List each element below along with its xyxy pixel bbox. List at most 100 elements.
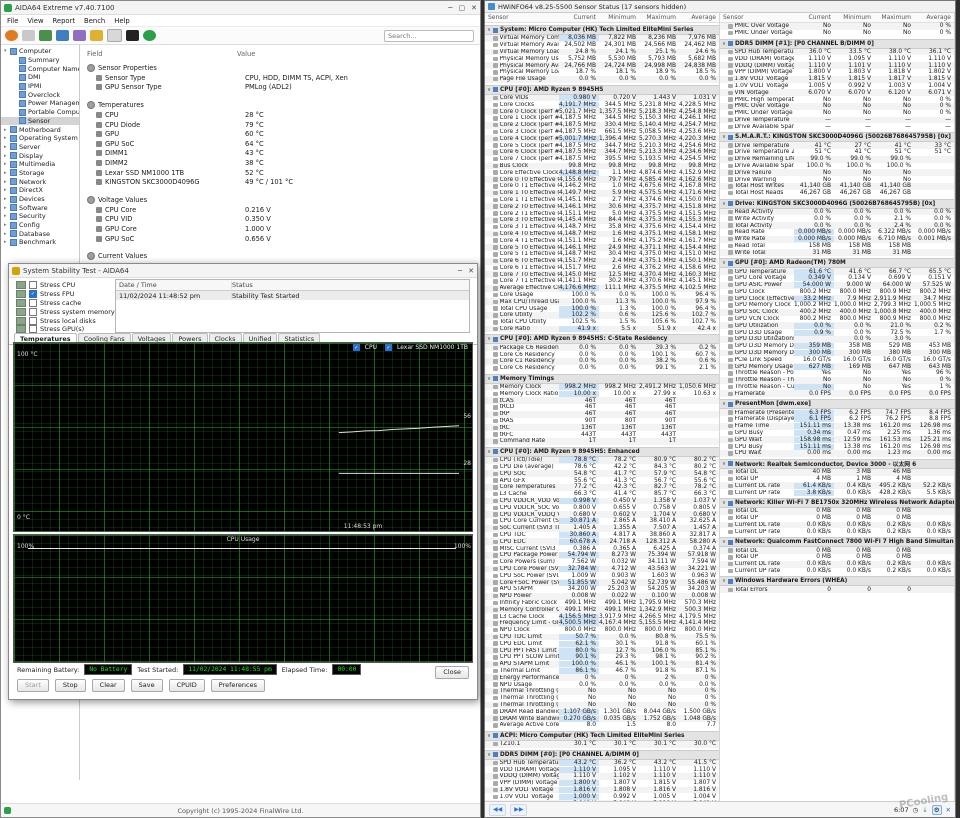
sensor-row[interactable]: Core Ratio 41.9 x 5.5 x 51.9 x 42.4 x [485, 326, 719, 333]
tree-item[interactable]: ▸ Database [1, 229, 79, 238]
checkbox[interactable] [29, 281, 37, 289]
checkbox[interactable] [29, 299, 37, 307]
sensor-row[interactable]: Frame Time 151.11 ms 13.38 ms 161.20 ms … [720, 423, 954, 430]
action-button[interactable]: Stop [55, 679, 86, 692]
sensor-row[interactable]: CPU TDC 30.860 A 4.817 A 38.860 A 32.817… [485, 532, 719, 539]
sensor-row[interactable]: CPU Busy 151.11 ms 13.38 ms 161.20 ms 12… [720, 443, 954, 450]
checkbox[interactable]: ✓ [29, 290, 37, 298]
close-icon[interactable]: ✕ [468, 267, 474, 275]
sensor-row[interactable]: CPU 28 °C [87, 110, 480, 120]
sensor-row[interactable]: SPD Hub Temperature 36.0 °C 33.5 °C 38.0… [720, 49, 954, 56]
sensor-row[interactable]: CPU SOC 54.8 °C 41.7 °C 57.9 °C 54.8 °C [485, 470, 719, 477]
sensor-row[interactable]: L3 Cache Clock 4,156.5 MHz 3,917.9 MHz 4… [485, 613, 719, 620]
sensor-row[interactable]: GPU Memory Clock 1,000.2 MHz 1,000.0 MHz… [720, 302, 954, 309]
computer-icon[interactable] [22, 30, 35, 41]
sensor-row[interactable]: Throttle Reason - Current No No Yes 1 % [720, 384, 954, 391]
sensor-row[interactable]: DRAM Write Bandwidth 0.270 GB/s 0.035 GB… [485, 715, 719, 722]
tree-item[interactable]: IPMI [1, 82, 79, 91]
sensor-row[interactable]: tRCD 46T 46T 46T [485, 404, 719, 411]
page-back-icon[interactable]: ◀◀ [489, 804, 506, 816]
section-header[interactable]: ∨ Network: Realtek Semiconductor, Device… [720, 459, 954, 469]
sensor-row[interactable]: Total Errors 0 0 0 [720, 586, 954, 593]
sensor-row[interactable]: tRP 46T 46T 46T [485, 411, 719, 418]
sensor-row[interactable]: CPU Die (average) 78.6 °C 42.2 °C 84.3 °… [485, 464, 719, 471]
sensor-row[interactable]: Infinity Fabric Clock (FCLK) 499.1 MHz 4… [485, 600, 719, 607]
sensor-row[interactable]: Drive Temperature — — — — [720, 117, 954, 124]
col-maximum[interactable]: Maximum [874, 14, 914, 21]
sensor-row[interactable]: Core 3 Clock (perf #3) 4,187.5 MHz 661.5… [485, 129, 719, 136]
stress-option[interactable]: ✓ Stress FPU [16, 290, 115, 299]
tree-item[interactable]: ▸ Display [1, 151, 79, 160]
sensor-row[interactable]: Core Effective Clocks 4,148.8 MHz 1.1 MH… [485, 169, 719, 176]
section-header[interactable]: ∨ CPU [#0]: AMD Ryzen 9 8945HS: C-State … [485, 334, 719, 344]
sensor-row[interactable]: Core 0 T0 Effective Clock 4,155.6 MHz 79… [485, 176, 719, 183]
stress-option[interactable]: Stress CPU [16, 281, 115, 290]
sensor-row[interactable]: Current DL rate 0.0 KB/s 0.0 KB/s 0.2 KB… [720, 561, 954, 568]
sensor-row[interactable]: Core Temperatures 77.2 °C 42.3 °C 82.7 °… [485, 484, 719, 491]
sensor-row[interactable]: Core 3 T0 Effective Clock 4,145.4 MHz 84… [485, 217, 719, 224]
refresh-icon[interactable] [5, 30, 18, 41]
action-button[interactable]: Save [131, 679, 163, 692]
sensor-row[interactable]: CPU VDDCR_VDDQ Voltage (SVI3 TFN) 0.680 … [485, 511, 719, 518]
sensor-row[interactable]: GPU D3D Utilizations 0.0 % 3.0 % [720, 336, 954, 343]
sensor-row[interactable]: Core VIDs 0.980 V 0.720 V 1.443 V 1.031 … [485, 95, 719, 102]
col-average[interactable]: Average [914, 14, 954, 21]
sensor-row[interactable]: Core 2 T0 Effective Clock 4,146.1 MHz 30… [485, 203, 719, 210]
sensor-row[interactable]: L3 Cache 66.3 °C 41.4 °C 85.7 °C 66.3 °C [485, 491, 719, 498]
sensor-row[interactable]: tCAS 46T 46T 46T [485, 397, 719, 404]
section-header[interactable]: ∨ PresentMon [dwm.exe] [720, 399, 954, 409]
menu-item[interactable]: Report [53, 17, 76, 25]
stress-option[interactable]: Stress cache [16, 299, 115, 308]
sensor-row[interactable]: GPU 60 °C [87, 129, 480, 139]
sensor-row[interactable]: GPU Core Voltage 0.349 V 0.134 V 0.699 V… [720, 275, 954, 282]
action-button[interactable]: CPUID [169, 679, 205, 692]
sensor-row[interactable]: Package C6 Residency 0.0 % 0.0 % 39.3 % … [485, 344, 719, 351]
sensor-row[interactable]: Drive Temperature 2 51 °C 41 °C 51 °C 51… [720, 149, 954, 156]
close-icon[interactable]: ✕ [471, 4, 477, 12]
tree-item[interactable]: ▸ Multimedia [1, 160, 79, 169]
sensor-row[interactable]: Core C1 Residency 0.0 % 0.0 % 38.2 % 0.6… [485, 358, 719, 365]
tree-item[interactable]: Overclock [1, 90, 79, 99]
collapse-icon[interactable]: ∨ [485, 752, 493, 758]
sensor-row[interactable]: Current UP rate 3.8 KB/s 0.0 KB/s 428.2 … [720, 489, 954, 496]
sensor-row[interactable]: CPU TDC Limit 50.7 % 0.0 % 80.8 % 75.5 % [485, 634, 719, 641]
sensor-row[interactable]: Drive Available Spare 100.0 % 100.0 % 10… [720, 163, 954, 170]
sensor-row[interactable]: Physical Memory Available 24,766 MB 24,7… [485, 62, 719, 69]
sensor-row[interactable]: PMIC High Temperature No No No 0 % [720, 96, 954, 103]
sensor-row[interactable]: PCIe Link Speed 16.0 GT/s 16.0 GT/s 16.0… [720, 356, 954, 363]
sensor-row[interactable]: Total DL 0 MB 0 MB 0 MB [720, 508, 954, 515]
sensor-row[interactable]: GPU VCN Clock 800.2 MHz 800.0 MHz 800.9 … [720, 316, 954, 323]
minimize-icon[interactable]: ─ [458, 267, 462, 275]
sensor-row[interactable]: Core 1 Clock (perf #7) 4,187.5 MHz 344.5… [485, 115, 719, 122]
checkbox[interactable] [29, 308, 37, 316]
restart-icon[interactable] [143, 30, 156, 41]
sensor-row[interactable]: CPU VID 0.350 V [87, 215, 480, 225]
sensor-row[interactable]: CPU Package Power 54.794 W 8.273 W 75.39… [485, 552, 719, 559]
search-input[interactable] [384, 30, 474, 42]
collapse-icon[interactable]: ∨ [720, 401, 728, 407]
sensor-row[interactable]: Core Powers (sum) 7.562 W 0.032 W 34.111… [485, 559, 719, 566]
sensor-row[interactable]: Memory Clock 998.2 MHz 998.2 MHz 2,491.2… [485, 384, 719, 391]
sensor-row[interactable]: Thermal Throttling (PROCHOT EXT) No No N… [485, 702, 719, 709]
sensor-row[interactable]: tRAS 90T 80T 90T [485, 418, 719, 425]
sensor-row[interactable]: Bus Clock 99.8 MHz 99.8 MHz 99.8 MHz 99.… [485, 163, 719, 170]
col-minimum[interactable]: Minimum [599, 14, 639, 21]
sensor-row[interactable]: CPU (Tctl/Tdie) 78.8 °C 78.2 °C 80.9 °C … [485, 457, 719, 464]
sensor-row[interactable]: Total DL 40 MB 3 MB 46 MB [720, 469, 954, 476]
sensor-row[interactable]: Core 6 Clock (perf #8) 4,187.5 MHz 344.7… [485, 149, 719, 156]
minimize-icon[interactable]: ─ [448, 4, 452, 12]
sensor-row[interactable]: Drive Warning No No No [720, 176, 954, 183]
sensor-row[interactable]: Physical Memory Used 5,752 MB 5,530 MB 5… [485, 55, 719, 62]
sensor-row[interactable]: GPU Sensor Type PMLog (ADL2) [87, 83, 480, 93]
sensor-row[interactable]: Core 0 T1 Effective Clock 4,146.2 MHz 1.… [485, 183, 719, 190]
sensor-row[interactable]: Virtual Memory Commited 8,036 MB 7,822 M… [485, 35, 719, 42]
checkbox[interactable] [29, 317, 37, 325]
sensor-row[interactable]: APU STAPM Limit 100.0 % 46.1 % 100.1 % 8… [485, 661, 719, 668]
log-row[interactable]: 11/02/2024 11:48:52 pm Stability Test St… [116, 291, 469, 300]
col-current[interactable]: Current [559, 14, 599, 21]
sensor-row[interactable]: Core 3 T1 Effective Clock 4,148.7 MHz 35… [485, 224, 719, 231]
sensor-row[interactable]: CPU Diode 79 °C [87, 120, 480, 130]
collapse-icon[interactable]: ∨ [720, 260, 728, 266]
sensor-row[interactable]: Thermal Throttling (PROCHOT CPU) No No N… [485, 695, 719, 702]
sensor-row[interactable]: DIMM1 43 °C [87, 149, 480, 159]
